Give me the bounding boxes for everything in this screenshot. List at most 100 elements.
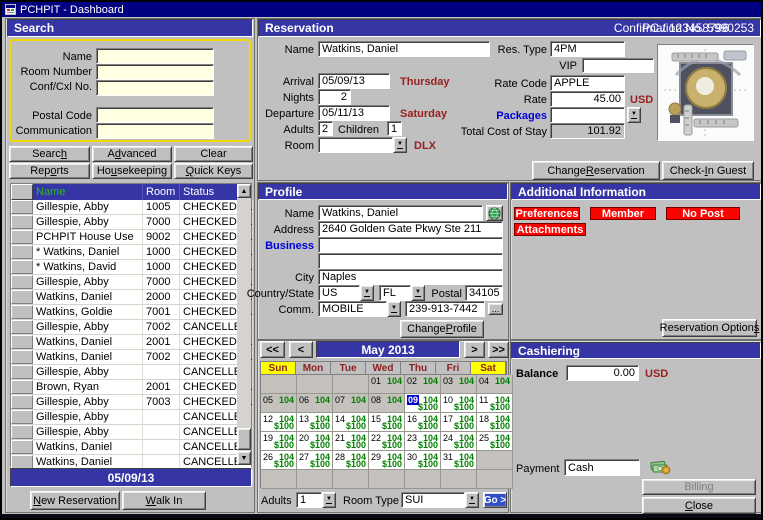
calendar-day-cell[interactable]: 01104	[369, 375, 405, 394]
cal-adults-field[interactable]: 1	[296, 492, 322, 508]
change-profile-button[interactable]: Change Profile	[400, 320, 484, 338]
adults-field[interactable]: 2	[318, 121, 333, 136]
table-row[interactable]: Watkins, Goldie7001CHECKED OUT	[11, 305, 251, 320]
row-selector[interactable]	[11, 320, 33, 334]
row-selector[interactable]	[11, 455, 33, 469]
calendar-day-cell[interactable]: 23104$100	[405, 432, 441, 451]
calendar-first-button[interactable]: <<	[260, 341, 285, 358]
comm-type-field[interactable]: MOBILE	[318, 301, 387, 317]
row-selector[interactable]	[11, 305, 33, 319]
table-row[interactable]: Gillespie, AbbyCANCELLED	[11, 365, 251, 380]
city-field[interactable]: Naples	[318, 269, 503, 285]
table-row[interactable]: Gillespie, Abby7000CHECKED OUT	[11, 215, 251, 230]
row-selector[interactable]	[11, 260, 33, 274]
reservation-options-button[interactable]: Reservation Options	[662, 319, 757, 337]
rate-field[interactable]: 45.00	[550, 91, 625, 107]
row-selector[interactable]	[11, 215, 33, 229]
comm-more-icon[interactable]: ...	[488, 303, 503, 315]
room-dropdown-icon[interactable]: ▼	[393, 137, 407, 153]
scroll-up-icon[interactable]: ▲	[237, 184, 251, 198]
calendar-prev-button[interactable]: <	[289, 341, 313, 358]
res-name-field[interactable]: Watkins, Daniel	[318, 41, 490, 57]
row-selector[interactable]	[11, 365, 33, 379]
vip-field[interactable]	[582, 58, 654, 73]
walk-in-button[interactable]: Walk In	[122, 491, 206, 510]
business-field[interactable]	[318, 237, 503, 253]
housekeeping-button[interactable]: Housekeeping	[92, 163, 172, 179]
room-type-field[interactable]: SUI	[401, 492, 465, 508]
table-row[interactable]: Watkins, Daniel2001CHECKED OUT	[11, 335, 251, 350]
calendar-day-cell[interactable]: 31104$100	[441, 451, 477, 470]
table-row[interactable]: * Watkins, Daniel1000CHECKED OUT	[11, 245, 251, 260]
table-row[interactable]: Gillespie, Abby1005CHECKED OUT	[11, 200, 251, 215]
billing-button[interactable]: Billing	[642, 479, 756, 495]
room-field[interactable]	[318, 137, 393, 153]
calendar-day-cell[interactable]: 30104$100	[405, 451, 441, 470]
table-row[interactable]: Watkins, DanielCANCELLED	[11, 440, 251, 455]
calendar-day-cell[interactable]: 24104$100	[441, 432, 477, 451]
reports-button[interactable]: Reports	[9, 163, 90, 179]
table-row[interactable]: PCHPIT House Use9002CHECKED OUT	[11, 230, 251, 245]
search-button[interactable]: Search	[9, 146, 90, 162]
calendar-day-cell[interactable]: 17104$100	[441, 413, 477, 432]
calendar-day-cell[interactable]: 03104	[441, 375, 477, 394]
room-number-input[interactable]	[96, 64, 214, 80]
business-link[interactable]: Business	[260, 238, 314, 253]
table-row[interactable]: Gillespie, AbbyCANCELLED	[11, 410, 251, 425]
comm-dropdown-icon[interactable]: ▼	[387, 301, 401, 317]
communication-input[interactable]	[96, 123, 214, 139]
country-dropdown-icon[interactable]: ▼	[360, 285, 374, 301]
postal-field[interactable]: 34105	[465, 285, 503, 301]
cal-adults-dropdown-icon[interactable]: ▼	[322, 492, 336, 508]
rate-code-field[interactable]: APPLE	[550, 75, 625, 91]
quick-keys-button[interactable]: Quick Keys	[174, 163, 253, 179]
address-field[interactable]: 2640 Golden Gate Pkwy Ste 211	[318, 221, 503, 237]
scrollbar-thumb[interactable]	[237, 428, 251, 450]
calendar-day-cell[interactable]: 27104$100	[297, 451, 333, 470]
row-selector[interactable]	[11, 395, 33, 409]
calendar-day-cell[interactable]: 06104	[297, 394, 333, 413]
scroll-down-icon[interactable]: ▼	[237, 451, 251, 465]
calendar-day-cell[interactable]: 11104$100	[477, 394, 513, 413]
table-row[interactable]: Watkins, Daniel2000CHECKED OUT	[11, 290, 251, 305]
calendar-day-cell[interactable]: 05104	[261, 394, 297, 413]
calendar-day-cell[interactable]: 10104$100	[441, 394, 477, 413]
children-field[interactable]: 1	[387, 121, 402, 136]
member-badge[interactable]: Member	[590, 207, 656, 220]
packages-field[interactable]	[550, 107, 625, 123]
row-selector[interactable]	[11, 290, 33, 304]
calendar-day-cell[interactable]: 12104$100	[261, 413, 297, 432]
table-row[interactable]: Watkins, Daniel7002CHECKED OUT	[11, 350, 251, 365]
globe-icon[interactable]	[486, 205, 503, 221]
calendar-day-cell[interactable]: 21104$100	[333, 432, 369, 451]
packages-dropdown-icon[interactable]: ▼	[627, 107, 641, 123]
calendar-day-cell[interactable]: 07104	[333, 394, 369, 413]
attachments-badge[interactable]: Attachments	[514, 223, 586, 236]
calendar-day-cell[interactable]: 28104$100	[333, 451, 369, 470]
country-field[interactable]: US	[318, 285, 360, 301]
comm-value-field[interactable]: 239-913-7442	[405, 301, 485, 317]
row-selector[interactable]	[11, 275, 33, 289]
row-selector[interactable]	[11, 230, 33, 244]
profile-name-field[interactable]: Watkins, Daniel	[318, 205, 483, 221]
calendar-next-button[interactable]: >	[464, 341, 485, 358]
table-row[interactable]: Gillespie, Abby7003CHECKED OUT	[11, 395, 251, 410]
calendar-day-cell[interactable]: 04104	[477, 375, 513, 394]
change-reservation-button[interactable]: Change Reservation	[532, 161, 660, 180]
calendar-day-cell[interactable]: 09104$100	[405, 394, 441, 413]
table-row[interactable]: Brown, Ryan2001CHECKED OUT	[11, 380, 251, 395]
res-type-field[interactable]: 4PM	[550, 41, 625, 57]
calendar-day-cell[interactable]: 20104$100	[297, 432, 333, 451]
calendar-day-cell[interactable]: 15104$100	[369, 413, 405, 432]
calendar-day-cell[interactable]: 19104$100	[261, 432, 297, 451]
table-scrollbar[interactable]: ▲ ▼	[237, 184, 251, 465]
calendar-day-cell[interactable]: 02104	[405, 375, 441, 394]
state-field[interactable]: FL	[379, 285, 411, 301]
table-row[interactable]: Gillespie, Abby7000CHECKED OUT	[11, 275, 251, 290]
calendar-day-cell[interactable]: 26104$100	[261, 451, 297, 470]
calendar-day-cell[interactable]: 14104$100	[333, 413, 369, 432]
departure-field[interactable]: 05/11/13	[318, 105, 390, 121]
row-selector[interactable]	[11, 350, 33, 364]
check-in-guest-button[interactable]: Check-In Guest	[662, 161, 754, 180]
calendar-day-cell[interactable]: 08104	[369, 394, 405, 413]
